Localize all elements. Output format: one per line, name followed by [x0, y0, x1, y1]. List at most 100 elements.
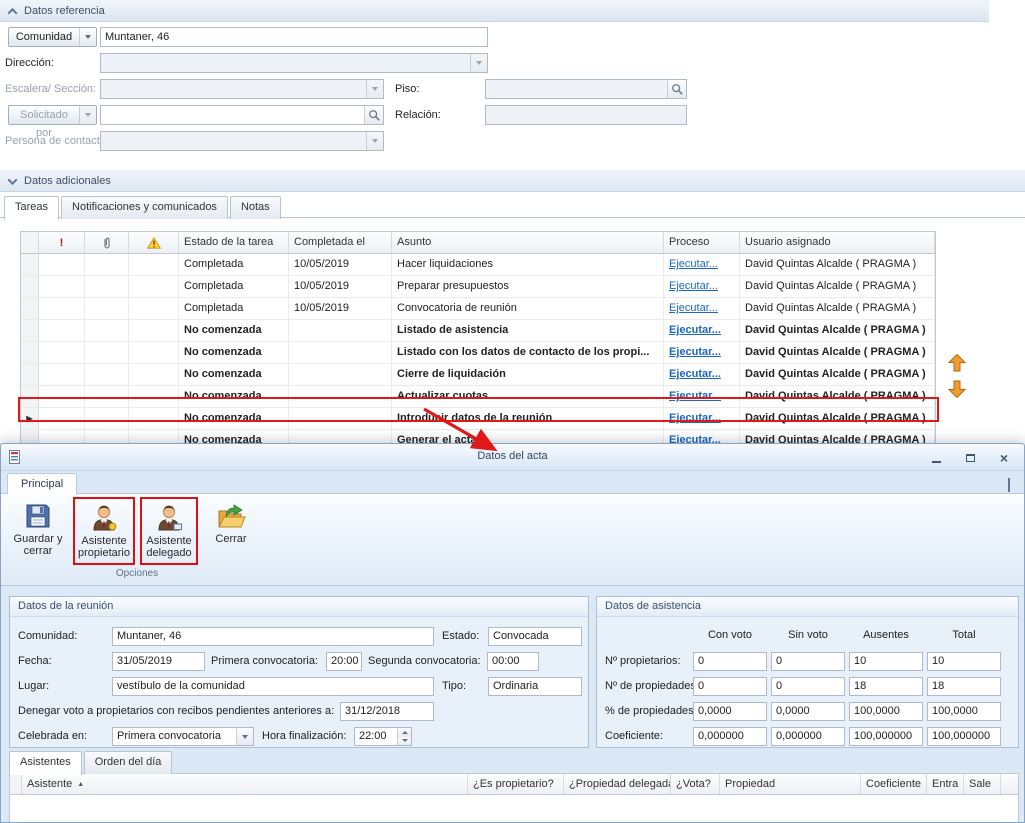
row-indicator-header [21, 232, 39, 253]
datos-adicionales-title: Datos adicionales [24, 175, 111, 187]
tab-tareas[interactable]: Tareas [4, 196, 59, 220]
asunto-column-header[interactable]: Asunto [392, 232, 664, 253]
task-usuario: David Quintas Alcalde ( PRAGMA ) [740, 254, 935, 275]
task-completada-el [289, 364, 392, 385]
arrow-down-icon [946, 378, 968, 400]
maximize-button[interactable] [958, 449, 982, 466]
minimize-icon [932, 461, 941, 463]
estado-column-header[interactable]: Estado de la tarea [179, 232, 289, 253]
task-estado: Completada [179, 298, 289, 319]
asistentes-grid: Asistente ¿Es propietario? ¿Propiedad de… [9, 773, 1019, 822]
tab-principal[interactable]: Principal [7, 473, 77, 495]
comunidad-combo-button[interactable]: Comunidad [8, 27, 97, 47]
cerrar-button[interactable]: Cerrar [206, 497, 256, 545]
task-asunto: Listado con los datos de contacto de los… [392, 342, 664, 363]
task-usuario: David Quintas Alcalde ( PRAGMA ) [740, 342, 935, 363]
datos-reunion-groupbox: Datos de la reunión Comunidad: Muntaner,… [9, 596, 589, 748]
asistencia-row-label: Nº propietarios: [605, 652, 681, 671]
close-button[interactable]: × [992, 449, 1016, 466]
spin-down-icon[interactable] [398, 737, 411, 746]
comunidad-input[interactable]: Muntaner, 46 [100, 27, 488, 47]
task-row[interactable]: No comenzada Cierre de liquidación Ejecu… [21, 364, 935, 386]
row-indicator-header [10, 774, 22, 794]
ejecutar-link[interactable]: Ejecutar... [669, 280, 718, 292]
fecha-field[interactable]: 31/05/2019 [112, 652, 205, 671]
asistente-column-header[interactable]: Asistente [22, 774, 468, 794]
task-asunto: Convocatoria de reunión [392, 298, 664, 319]
ribbon-collapse-button[interactable] [1008, 480, 1010, 492]
move-down-button[interactable] [946, 378, 968, 403]
priority-column-header[interactable]: ! [39, 232, 85, 253]
search-icon[interactable] [667, 80, 686, 98]
completada-column-header[interactable]: Completada el [289, 232, 392, 253]
warning-column-header[interactable] [129, 232, 179, 253]
spin-up-icon[interactable] [398, 728, 411, 737]
coeficiente-column-header[interactable]: Coeficiente [861, 774, 927, 794]
tab-asistentes[interactable]: Asistentes [9, 751, 82, 775]
move-up-button[interactable] [946, 352, 968, 377]
tab-notas[interactable]: Notas [230, 196, 281, 219]
ribbon-body: Guardar y cerrar Asistente propietario A… [1, 493, 1024, 586]
dropdown-arrow-icon [79, 28, 96, 46]
asistente-delegado-button[interactable]: Asistente delegado [140, 497, 198, 565]
solicitado-por-lookup[interactable] [100, 105, 384, 125]
primera-convocatoria-field[interactable]: 20:00 [326, 652, 362, 671]
comunidad-field[interactable]: Muntaner, 46 [112, 627, 434, 646]
ejecutar-link[interactable]: Ejecutar... [669, 324, 721, 336]
datos-adicionales-header[interactable]: Datos adicionales [0, 170, 1025, 192]
task-row[interactable]: Completada 10/05/2019 Preparar presupues… [21, 276, 935, 298]
attachment-column-header[interactable] [85, 232, 129, 253]
lugar-field[interactable]: vestíbulo de la comunidad [112, 677, 434, 696]
asistentes-grid-header-row: Asistente ¿Es propietario? ¿Propiedad de… [10, 774, 1018, 795]
person-delegate-icon [153, 502, 185, 534]
task-completada-el: 10/05/2019 [289, 276, 392, 297]
datos-referencia-header[interactable]: Datos referencia [0, 0, 989, 22]
task-usuario: David Quintas Alcalde ( PRAGMA ) [740, 320, 935, 341]
search-icon[interactable] [364, 106, 383, 124]
minimize-button[interactable] [924, 449, 948, 466]
task-asunto: Preparar presupuestos [392, 276, 664, 297]
primera-convocatoria-label: Primera convocatoria: [211, 652, 318, 671]
entra-column-header[interactable]: Entra [927, 774, 964, 794]
denegar-fecha-field[interactable]: 31/12/2018 [340, 702, 434, 721]
paperclip-icon [102, 236, 112, 250]
propiedad-delegada-column-header[interactable]: ¿Propiedad delegada? [564, 774, 671, 794]
ejecutar-link[interactable]: Ejecutar... [669, 258, 718, 270]
task-asunto: Hacer liquidaciones [392, 254, 664, 275]
celebrada-en-select[interactable]: Primera convocatoria [112, 727, 254, 746]
hora-finalizacion-spinner[interactable]: 22:00 [354, 727, 412, 746]
dropdown-arrow-icon [470, 54, 487, 72]
propiedad-column-header[interactable]: Propiedad [720, 774, 861, 794]
ejecutar-link[interactable]: Ejecutar... [669, 302, 718, 314]
guardar-y-cerrar-button[interactable]: Guardar y cerrar [9, 497, 67, 557]
task-row[interactable]: Completada 10/05/2019 Convocatoria de re… [21, 298, 935, 320]
proceso-column-header[interactable]: Proceso [664, 232, 740, 253]
usuario-column-header[interactable]: Usuario asignado [740, 232, 935, 253]
datos-referencia-title: Datos referencia [24, 5, 105, 17]
asistencia-value: 0,0000 [693, 702, 767, 721]
task-row[interactable]: No comenzada Listado con los datos de co… [21, 342, 935, 364]
asistente-propietario-button[interactable]: Asistente propietario [73, 497, 135, 565]
tab-notificaciones[interactable]: Notificaciones y comunicados [61, 196, 228, 219]
denegar-voto-label: Denegar voto a propietarios con recibos … [18, 702, 334, 721]
save-icon [22, 500, 54, 532]
piso-label: Piso: [395, 79, 419, 99]
total-column: Total [927, 629, 1001, 641]
vota-column-header[interactable]: ¿Vota? [671, 774, 720, 794]
task-row[interactable]: Completada 10/05/2019 Hacer liquidacione… [21, 254, 935, 276]
collapse-up-icon [8, 7, 18, 17]
sale-column-header[interactable]: Sale [964, 774, 1001, 794]
tab-orden-del-dia[interactable]: Orden del día [84, 751, 173, 774]
ejecutar-link[interactable]: Ejecutar... [669, 346, 721, 358]
segunda-convocatoria-field[interactable]: 00:00 [487, 652, 539, 671]
warning-icon [147, 237, 161, 249]
dropdown-arrow-icon [366, 132, 383, 150]
dropdown-arrow-icon [79, 106, 96, 124]
es-propietario-column-header[interactable]: ¿Es propietario? [468, 774, 564, 794]
ejecutar-link[interactable]: Ejecutar... [669, 368, 721, 380]
task-row[interactable]: No comenzada Listado de asistencia Ejecu… [21, 320, 935, 342]
con-voto-column: Con voto [693, 629, 767, 641]
direccion-label: Dirección: [5, 53, 54, 73]
direccion-select [100, 53, 488, 73]
asistentes-grid-empty-body[interactable] [10, 795, 1018, 822]
